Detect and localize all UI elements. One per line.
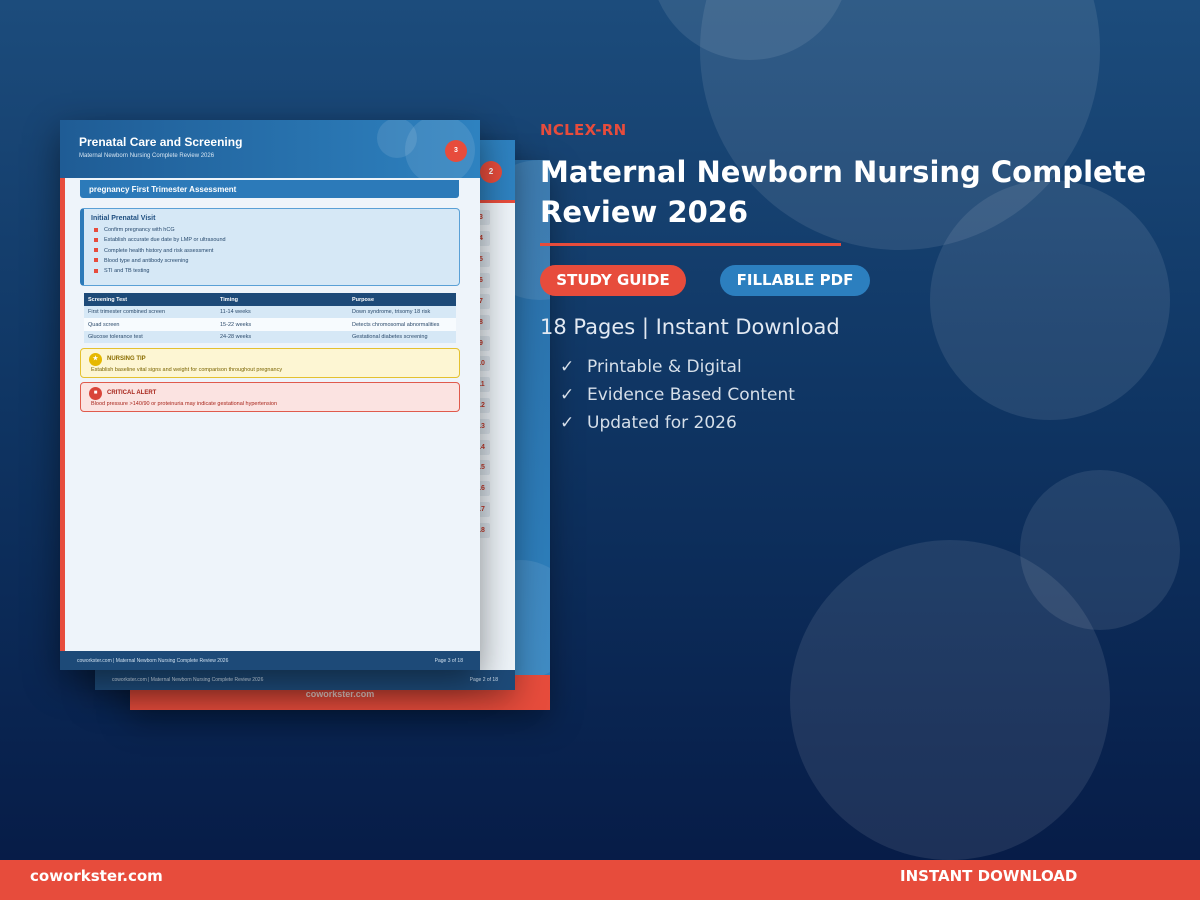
check-icon: ✓	[560, 357, 575, 377]
product-meta: 18 Pages | Instant Download	[540, 315, 840, 339]
alert-text: Blood pressure >140/90 or proteinuria ma…	[91, 401, 278, 407]
table-cell: Down syndrome, trisomy 18 risk	[348, 306, 456, 319]
column-header: Purpose	[348, 293, 456, 306]
site-name: coworkster.com	[30, 867, 163, 885]
footer-page-count: Page 2 of 18	[469, 677, 498, 683]
page-number-badge: 3	[445, 140, 467, 162]
feature-label: Evidence Based Content	[587, 385, 795, 405]
table-row: Glucose tolerance test 24-28 weeks Gesta…	[84, 330, 456, 344]
feature-list: ✓ Printable & Digital ✓ Evidence Based Con…	[560, 353, 795, 437]
instant-download-label: INSTANT DOWNLOAD	[900, 867, 1078, 885]
list-item: STI and TB testing	[94, 268, 226, 278]
table-cell: First trimester combined screen	[84, 306, 216, 319]
table-cell: 15-22 weeks	[216, 318, 348, 331]
alert-title: CRITICAL ALERT	[107, 390, 157, 396]
list-item: Blood type and antibody screening	[94, 258, 226, 268]
page-title: Prenatal Care and Screening	[79, 135, 243, 149]
info-box: Initial Prenatal Visit Confirm pregnancy…	[80, 208, 460, 286]
table-cell: Quad screen	[84, 318, 216, 331]
list-item: Establish accurate due date by LMP or ul…	[94, 237, 226, 247]
footer-bar: coworkster.com INSTANT DOWNLOAD	[0, 860, 1200, 900]
nursing-tip-box: ★ NURSING TIP Establish baseline vital s…	[80, 348, 460, 378]
page-subtitle: Maternal Newborn Nursing Complete Review…	[79, 153, 215, 159]
footer-left-text: coworkster.com | Maternal Newborn Nursin…	[77, 658, 229, 664]
tip-text: Establish baseline vital signs and weigh…	[91, 367, 283, 373]
table-row: Quad screen 15-22 weeks Detects chromoso…	[84, 318, 456, 331]
screening-table: Screening Test Timing Purpose First trim…	[84, 293, 456, 344]
info-box-title: Initial Prenatal Visit	[91, 215, 156, 222]
preview-page-front: Prenatal Care and Screening Maternal New…	[60, 120, 480, 670]
accent-bar	[60, 178, 65, 651]
list-item: Confirm pregnancy with hCG	[94, 227, 226, 237]
table-cell: 24-28 weeks	[216, 330, 348, 344]
feature-item: ✓ Updated for 2026	[560, 409, 795, 437]
exam-label: NCLEX-RN	[540, 121, 627, 139]
table-cell: 11-14 weeks	[216, 306, 348, 319]
info-list: Confirm pregnancy with hCG Establish acc…	[94, 227, 226, 278]
page-footer: coworkster.com | Maternal Newborn Nursin…	[60, 651, 480, 670]
table-cell: Detects chromosomal abnormalities	[348, 318, 456, 331]
section-heading: pregnancy First Trimester Assessment	[80, 180, 459, 198]
fillable-pdf-badge: FILLABLE PDF	[720, 265, 870, 296]
alert-icon: ■	[89, 387, 102, 400]
feature-label: Printable & Digital	[587, 357, 742, 377]
check-icon: ✓	[560, 413, 575, 433]
footer-page-count: Page 3 of 18	[434, 658, 463, 664]
product-title: Maternal Newborn Nursing Complete Review…	[540, 155, 1147, 229]
column-header: Screening Test	[84, 293, 216, 306]
study-guide-badge: STUDY GUIDE	[540, 265, 686, 296]
check-icon: ✓	[560, 385, 575, 405]
table-row: First trimester combined screen 11-14 we…	[84, 306, 456, 319]
footer-left-text: coworkster.com | Maternal Newborn Nursin…	[112, 677, 264, 683]
table-header-row: Screening Test Timing Purpose	[84, 293, 456, 306]
page-footer: coworkster.com | Maternal Newborn Nursin…	[95, 670, 515, 690]
star-icon: ★	[89, 353, 102, 366]
column-header: Timing	[216, 293, 348, 306]
feature-label: Updated for 2026	[587, 413, 737, 433]
page-number-badge: 2	[480, 161, 502, 183]
page-header: Prenatal Care and Screening Maternal New…	[60, 120, 480, 178]
list-item: Complete health history and risk assessm…	[94, 248, 226, 258]
table-cell: Gestational diabetes screening	[348, 330, 456, 344]
title-divider	[540, 243, 841, 246]
feature-item: ✓ Evidence Based Content	[560, 381, 795, 409]
feature-item: ✓ Printable & Digital	[560, 353, 795, 381]
tip-title: NURSING TIP	[107, 356, 146, 362]
critical-alert-box: ■ CRITICAL ALERT Blood pressure >140/90 …	[80, 382, 460, 412]
table-cell: Glucose tolerance test	[84, 330, 216, 344]
bg-bubble	[790, 540, 1110, 860]
